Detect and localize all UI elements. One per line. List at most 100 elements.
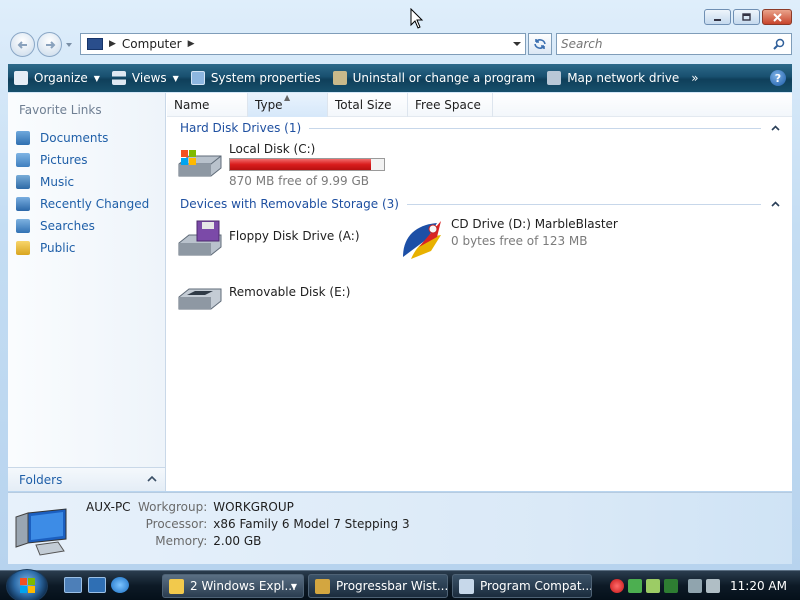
volume-muted-icon[interactable] <box>706 579 720 593</box>
column-header-label: Total Size <box>335 98 392 112</box>
processor-label: Processor: <box>145 517 208 531</box>
sidebar-item-pictures[interactable]: Pictures <box>16 149 149 171</box>
drive-name: Floppy Disk Drive (A:) <box>229 229 360 243</box>
more-commands-button[interactable]: » <box>685 64 704 92</box>
sort-ascending-icon: ▲ <box>284 93 291 102</box>
group-header-removable-storage[interactable]: Devices with Removable Storage (3) <box>180 196 780 212</box>
search-input[interactable] <box>557 34 757 54</box>
views-label: Views <box>131 71 167 85</box>
pictures-icon <box>16 153 30 167</box>
taskbar-button-windows-explorer[interactable]: 2 Windows Expl... ▼ <box>162 574 304 598</box>
group-header-hard-disk-drives[interactable]: Hard Disk Drives (1) <box>180 120 780 136</box>
removable-disk-icon <box>175 275 225 315</box>
group-divider <box>406 203 761 205</box>
column-headers: Name ▲ Type Total Size Free Space <box>167 93 792 117</box>
workgroup-label: Workgroup: <box>138 500 208 514</box>
sidebar-item-public[interactable]: Public <box>16 237 149 259</box>
help-icon: ? <box>774 71 782 85</box>
program-compatibility-icon <box>459 578 474 594</box>
folders-toggle[interactable]: Folders <box>8 467 165 491</box>
recent-pages-chevron-icon[interactable] <box>64 40 74 50</box>
help-button[interactable]: ? <box>770 70 786 86</box>
search-box[interactable] <box>556 33 792 55</box>
drive-name: Removable Disk (E:) <box>229 285 351 299</box>
address-dropdown-icon[interactable] <box>513 40 521 48</box>
column-header-name[interactable]: Name <box>167 93 248 117</box>
clock[interactable]: 11:20 AM <box>730 579 787 593</box>
sidebar-item-label: Searches <box>40 219 95 233</box>
map-drive-icon <box>547 71 562 85</box>
uninstall-program-button[interactable]: Uninstall or change a program <box>327 64 542 92</box>
minimize-button[interactable] <box>704 9 731 25</box>
start-button[interactable] <box>6 569 48 600</box>
drive-free-space: 870 MB free of 9.99 GB <box>229 174 370 188</box>
close-icon <box>772 12 782 22</box>
organize-icon <box>14 71 28 85</box>
window-controls <box>704 9 792 25</box>
collapse-chevron-icon[interactable] <box>771 124 780 133</box>
file-list: Name ▲ Type Total Size Free Space Hard D… <box>167 93 792 491</box>
memory-value: 2.00 GB <box>213 534 262 548</box>
sidebar-item-searches[interactable]: Searches <box>16 215 149 237</box>
column-header-free-space[interactable]: Free Space <box>408 93 493 117</box>
search-icon[interactable] <box>773 38 785 50</box>
defender-icon[interactable] <box>664 579 678 593</box>
documents-icon <box>16 131 30 145</box>
breadcrumb-arrow-icon[interactable]: ▶ <box>109 39 116 49</box>
checkmark-icon[interactable] <box>628 579 642 593</box>
show-desktop-icon[interactable] <box>64 577 82 593</box>
sidebar-item-recently-changed[interactable]: Recently Changed <box>16 193 149 215</box>
drive-free-space: 0 bytes free of 123 MB <box>451 234 588 248</box>
close-button[interactable] <box>762 9 792 25</box>
taskbar-button-program-compat[interactable]: Program Compat... <box>452 574 592 598</box>
sidebar-item-documents[interactable]: Documents <box>16 127 149 149</box>
favorite-links-title: Favorite Links <box>19 103 102 117</box>
more-chevron-icon: » <box>691 71 699 85</box>
details-pane: AUX-PC Workgroup: WORKGROUP Processor: x… <box>8 492 792 564</box>
computer-name: AUX-PC <box>86 500 131 514</box>
drive-item-c[interactable]: Local Disk (C:) 870 MB free of 9.99 GB <box>175 142 385 188</box>
hard-disk-icon <box>175 142 225 182</box>
taskbar-button-progressbar[interactable]: Progressbar Wist... <box>308 574 448 598</box>
group-divider <box>309 127 761 129</box>
drive-name: CD Drive (D:) MarbleBlaster <box>451 217 618 231</box>
sidebar-item-label: Documents <box>40 131 109 145</box>
security-alert-icon[interactable] <box>610 579 624 593</box>
drive-info: Local Disk (C:) 870 MB free of 9.99 GB <box>229 142 385 188</box>
update-icon[interactable] <box>646 579 660 593</box>
internet-explorer-icon[interactable] <box>111 577 129 593</box>
address-bar[interactable]: ▶ Computer ▶ <box>80 33 526 55</box>
minimize-icon <box>714 18 721 21</box>
floppy-drive-icon <box>175 219 225 259</box>
column-header-label: Free Space <box>415 98 481 112</box>
drive-item-d[interactable]: CD Drive (D:) MarbleBlaster 0 bytes free… <box>397 217 618 261</box>
organize-button[interactable]: Organize ▼ <box>8 64 106 92</box>
processor-value: x86 Family 6 Model 7 Stepping 3 <box>213 517 410 531</box>
back-button[interactable] <box>10 32 35 57</box>
organize-dropdown-icon: ▼ <box>93 73 100 83</box>
maximize-button[interactable] <box>733 9 760 25</box>
maximize-icon <box>742 12 751 21</box>
views-button[interactable]: Views ▼ <box>106 64 185 92</box>
back-arrow-icon <box>17 40 27 49</box>
group-title: Hard Disk Drives (1) <box>180 121 302 135</box>
drive-item-a[interactable]: Floppy Disk Drive (A:) <box>175 219 360 259</box>
address-location[interactable]: Computer <box>122 37 182 51</box>
network-icon[interactable] <box>688 579 702 593</box>
chevron-up-icon <box>147 475 157 482</box>
system-properties-button[interactable]: System properties <box>185 64 327 92</box>
forward-button[interactable] <box>37 32 62 57</box>
collapse-chevron-icon[interactable] <box>771 200 780 209</box>
disk-usage-fill <box>230 159 371 170</box>
breadcrumb-arrow-icon[interactable]: ▶ <box>188 39 195 49</box>
column-header-type[interactable]: ▲ Type <box>248 93 328 117</box>
content-area: Favorite Links Documents Pictures Music … <box>8 93 792 491</box>
drive-item-e[interactable]: Removable Disk (E:) <box>175 275 350 315</box>
switch-windows-icon[interactable] <box>88 577 106 593</box>
sidebar-item-music[interactable]: Music <box>16 171 149 193</box>
refresh-button[interactable] <box>528 33 552 55</box>
column-header-total-size[interactable]: Total Size <box>328 93 408 117</box>
map-network-drive-button[interactable]: Map network drive <box>541 64 685 92</box>
recently-changed-icon <box>16 197 30 211</box>
searches-icon <box>16 219 30 233</box>
